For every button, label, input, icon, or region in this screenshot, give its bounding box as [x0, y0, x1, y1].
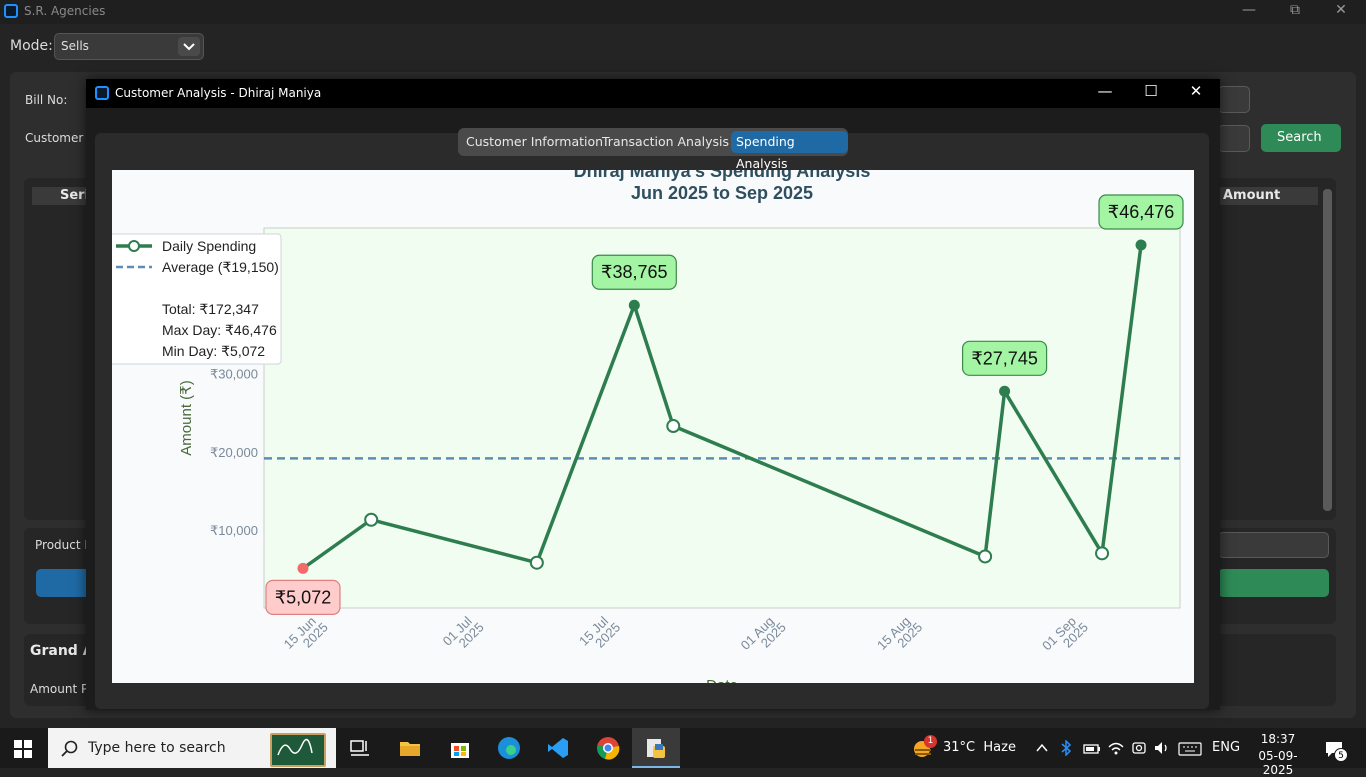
app-logo-icon — [4, 4, 18, 18]
edge-browser-icon[interactable] — [497, 736, 521, 760]
app-titlebar: S.R. Agencies — ⧉ ✕ — [0, 0, 1366, 24]
annotation-label: ₹27,745 — [971, 348, 1038, 368]
close-button[interactable]: ✕ — [1326, 2, 1356, 18]
taskbar-search-placeholder: Type here to search — [88, 740, 226, 756]
customer-label: Customer I — [25, 131, 91, 145]
taskbar: Type here to search 1 31°C Haze ENG 18:3… — [0, 728, 1366, 777]
wifi-icon[interactable] — [1107, 740, 1125, 760]
minimize-button[interactable]: — — [1234, 2, 1264, 18]
search-button-label: Search — [1277, 130, 1322, 145]
python-icon — [647, 739, 665, 758]
spending-chart-svg: Dhiraj Maniya's Spending Analysis Jun 202… — [112, 170, 1184, 683]
bluetooth-icon[interactable] — [1060, 739, 1072, 760]
clock-date[interactable]: 05-09-2025 — [1244, 749, 1312, 777]
volume-icon[interactable] — [1153, 740, 1171, 760]
annotation-label: ₹46,476 — [1108, 202, 1175, 222]
add-item-button[interactable] — [1218, 569, 1329, 597]
bill-no-input[interactable] — [1218, 86, 1250, 113]
customer-input[interactable] — [1218, 125, 1250, 152]
annotation-label: ₹5,072 — [275, 587, 332, 607]
camera-icon[interactable] — [1131, 740, 1147, 760]
legend-series-marker — [128, 240, 140, 252]
data-point-marker — [364, 512, 379, 527]
chevron-up-icon[interactable] — [1035, 740, 1049, 759]
task-view-icon[interactable] — [348, 736, 372, 760]
dialog-titlebar: Customer Analysis - Dhiraj Maniya — ☐ ✕ — [86, 79, 1220, 108]
y-tick-label: ₹30,000 — [210, 367, 258, 382]
plot-area — [263, 227, 1181, 609]
dialog-maximize-button[interactable]: ☐ — [1131, 82, 1171, 104]
weather-text[interactable]: 31°C Haze — [943, 740, 1016, 755]
chevron-down-icon[interactable] — [178, 37, 200, 56]
mode-select[interactable]: Sells — [54, 33, 204, 60]
chrome-icon[interactable] — [596, 736, 620, 760]
store-icon[interactable] — [448, 736, 472, 760]
annotation-label: ₹38,765 — [601, 262, 668, 282]
data-point-marker — [529, 555, 544, 570]
amount-header: Amount — [1218, 187, 1318, 205]
chalkboard-icon — [270, 733, 326, 767]
spending-chart: Dhiraj Maniya's Spending Analysis Jun 202… — [112, 170, 1194, 683]
tab-customer-information[interactable]: Customer Information — [461, 131, 608, 153]
dialog-title: Customer Analysis - Dhiraj Maniya — [115, 86, 322, 100]
items-scrollbar[interactable] — [1323, 189, 1332, 511]
grand-total-label: Grand A — [30, 643, 94, 659]
search-icon — [61, 740, 78, 757]
mode-value: Sells — [61, 39, 89, 53]
search-button[interactable]: Search — [1261, 124, 1341, 152]
legend-total: Total: ₹172,347 — [162, 301, 259, 317]
y-tick-label: ₹20,000 — [210, 445, 258, 460]
legend-series-label: Daily Spending — [162, 238, 256, 254]
y-tick-label: ₹10,000 — [210, 523, 258, 538]
product-label: Product N — [35, 538, 94, 552]
legend-min-day: Min Day: ₹5,072 — [162, 343, 265, 359]
restore-button[interactable]: ⧉ — [1280, 2, 1310, 18]
file-explorer-icon[interactable] — [398, 736, 422, 760]
min-point-marker — [297, 562, 309, 574]
x-axis-label: Date — [706, 677, 738, 683]
clock-time[interactable]: 18:37 — [1248, 732, 1308, 746]
peak-point-marker — [628, 299, 640, 311]
chart-title: Dhiraj Maniya's Spending Analysis — [574, 170, 871, 181]
tab-spending-analysis[interactable]: Spending Analysis — [731, 131, 848, 171]
tab-transaction-analysis[interactable]: Transaction Analysis — [597, 131, 734, 153]
dialog-app-icon — [95, 86, 109, 100]
battery-icon[interactable] — [1083, 741, 1101, 760]
bill-no-label: Bill No: — [25, 93, 68, 107]
data-point-marker — [978, 549, 993, 564]
notification-count: 5 — [1334, 748, 1348, 762]
vscode-icon[interactable] — [546, 736, 570, 760]
dialog-minimize-button[interactable]: — — [1085, 82, 1125, 104]
legend-max-day: Max Day: ₹46,476 — [162, 322, 277, 338]
keyboard-icon[interactable] — [1178, 741, 1202, 760]
mode-label: Mode: — [10, 38, 53, 54]
legend-average-label: Average (₹19,150) — [162, 259, 279, 275]
chart-subtitle: Jun 2025 to Sep 2025 — [631, 183, 813, 203]
windows-start-icon[interactable] — [14, 740, 32, 762]
y-axis-label: Amount (₹) — [178, 380, 195, 455]
dialog-close-button[interactable]: ✕ — [1176, 82, 1216, 104]
python-app-taskbar-button[interactable] — [632, 728, 680, 768]
customer-analysis-dialog: Customer Analysis - Dhiraj Maniya — ☐ ✕ … — [86, 79, 1220, 710]
peak-point-marker — [1135, 239, 1147, 251]
data-point-marker — [666, 419, 681, 434]
data-point-marker — [1095, 546, 1110, 561]
product-input[interactable] — [1218, 532, 1329, 558]
analysis-tabs: Customer Information Transaction Analysi… — [458, 128, 848, 171]
serial-header: Seri — [32, 187, 92, 205]
taskbar-search-box[interactable]: Type here to search — [48, 728, 336, 768]
peak-point-marker — [999, 385, 1011, 397]
weather-badge: 1 — [924, 735, 937, 748]
language-indicator[interactable]: ENG — [1212, 740, 1240, 755]
app-title: S.R. Agencies — [24, 4, 106, 18]
amount-paid-label: Amount P — [30, 682, 89, 696]
